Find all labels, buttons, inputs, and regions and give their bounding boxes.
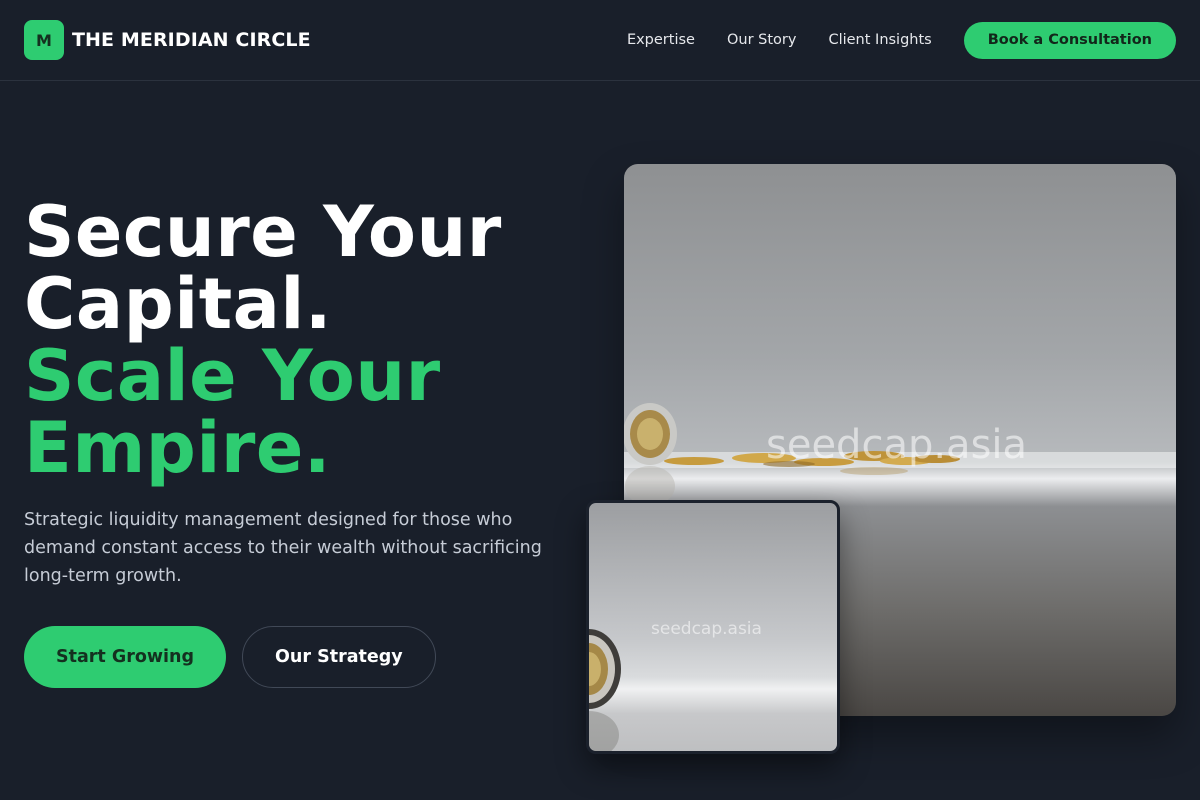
top-navigation: M THE MERIDIAN CIRCLE Expertise Our Stor…	[0, 0, 1200, 81]
hero-headline: Secure Your Capital. Scale Your Empire.	[24, 196, 584, 484]
brand-name: THE MERIDIAN CIRCLE	[72, 29, 311, 51]
main-image-watermark: seedcap.asia	[766, 422, 1027, 468]
coin-closeup-illustration: seedcap.asia	[589, 619, 762, 751]
headline-line-1: Secure Your	[24, 191, 502, 273]
hero-content: Secure Your Capital. Scale Your Empire. …	[24, 196, 584, 688]
brand[interactable]: M THE MERIDIAN CIRCLE	[24, 20, 311, 60]
headline-line-4: Empire.	[24, 407, 331, 489]
nav-links: Expertise Our Story Client Insights Book…	[627, 21, 1176, 59]
logo-badge: M	[24, 20, 64, 60]
hero-cta-row: Start Growing Our Strategy	[24, 626, 584, 688]
hero-description: Strategic liquidity management designed …	[24, 510, 542, 586]
start-growing-button[interactable]: Start Growing	[24, 626, 227, 688]
nav-link-our-story[interactable]: Our Story	[727, 32, 796, 48]
our-strategy-button[interactable]: Our Strategy	[242, 626, 436, 688]
secondary-image-coin: seedcap.asia	[586, 500, 840, 754]
book-consultation-button[interactable]: Book a Consultation	[963, 21, 1176, 59]
headline-line-2: Capital.	[24, 263, 332, 345]
small-image-watermark: seedcap.asia	[651, 619, 762, 639]
nav-link-client-insights[interactable]: Client Insights	[828, 32, 931, 48]
nav-link-expertise[interactable]: Expertise	[627, 32, 695, 48]
headline-line-3: Scale Your	[24, 335, 441, 417]
